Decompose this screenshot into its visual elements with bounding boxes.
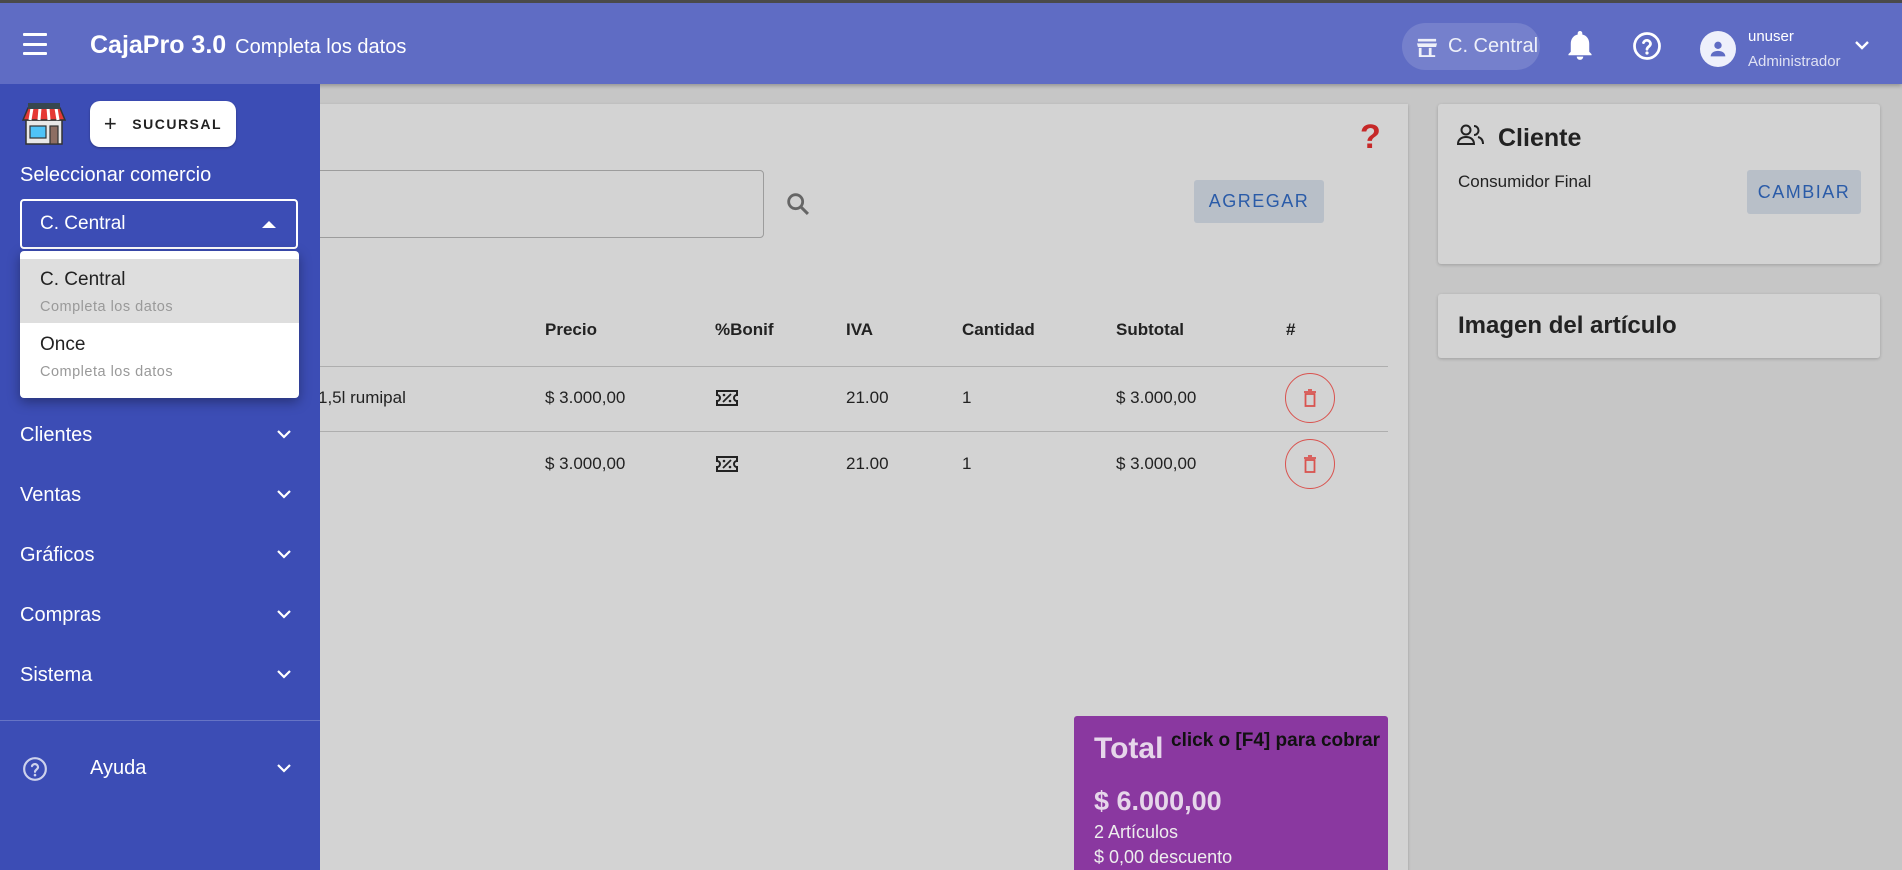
hamburger-menu-icon[interactable] bbox=[18, 29, 52, 59]
store-icon bbox=[1417, 38, 1437, 57]
app-title: CajaPro 3.0 Completa los datos bbox=[90, 31, 406, 60]
dropdown-option-once[interactable]: Once Completa los datos bbox=[20, 324, 299, 388]
client-card: Cliente Consumidor Final CAMBIAR bbox=[1438, 104, 1880, 264]
total-items-count: 2 Artículos bbox=[1094, 822, 1179, 842]
help-circle-icon bbox=[23, 757, 47, 781]
checkout-hint: click o [F4] para cobrar bbox=[1171, 730, 1381, 751]
chevron-down-icon bbox=[277, 550, 291, 559]
nav-label: Ventas bbox=[20, 483, 82, 506]
nav-item-ayuda[interactable]: Ayuda bbox=[0, 743, 320, 793]
store-select-value: C. Central bbox=[40, 213, 126, 234]
table-divider bbox=[316, 366, 1388, 367]
article-search-input[interactable] bbox=[300, 170, 764, 238]
store-dropdown-menu: C. Central Completa los datos Once Compl… bbox=[20, 251, 299, 398]
option-subtitle: Completa los datos bbox=[40, 364, 174, 380]
discount-ticket-icon[interactable] bbox=[715, 388, 739, 408]
nav-label: Compras bbox=[20, 603, 102, 626]
nav-item-ventas[interactable]: Ventas bbox=[0, 470, 320, 520]
checkout-total-card[interactable]: Total click o [F4] para cobrar $ 6.000,0… bbox=[1074, 716, 1388, 870]
bell-icon[interactable] bbox=[1566, 31, 1594, 61]
search-icon[interactable] bbox=[784, 190, 812, 218]
app-name: CajaPro 3.0 bbox=[90, 31, 227, 59]
trash-icon bbox=[1304, 455, 1316, 473]
cell-subtotal: $ 3.000,00 bbox=[1116, 388, 1197, 407]
column-header-iva: IVA bbox=[846, 320, 874, 339]
column-header-cantidad: Cantidad bbox=[962, 320, 1035, 339]
navigation-drawer: + SUCURSAL Seleccionar comercio C. Centr… bbox=[0, 84, 320, 870]
chevron-down-icon bbox=[277, 610, 291, 619]
branch-chip-label: C. Central bbox=[1448, 35, 1539, 57]
total-amount: $ 6.000,00 bbox=[1094, 786, 1222, 816]
user-name: unuser bbox=[1748, 28, 1794, 45]
user-role: Administrador bbox=[1748, 53, 1841, 70]
top-app-bar: CajaPro 3.0 Completa los datos C. Centra… bbox=[0, 0, 1902, 84]
nav-label: Sistema bbox=[20, 663, 93, 686]
cell-subtotal: $ 3.000,00 bbox=[1116, 454, 1197, 473]
column-header-subtotal: Subtotal bbox=[1116, 320, 1184, 339]
add-branch-button[interactable]: + SUCURSAL bbox=[90, 101, 236, 147]
option-subtitle: Completa los datos bbox=[40, 299, 174, 315]
nav-item-sistema[interactable]: Sistema bbox=[0, 650, 320, 700]
chevron-down-icon[interactable] bbox=[1854, 39, 1870, 51]
help-circle-icon[interactable] bbox=[1632, 31, 1662, 61]
app-subtitle: Completa los datos bbox=[235, 36, 407, 58]
branch-chip[interactable]: C. Central bbox=[1402, 23, 1540, 70]
discount-ticket-icon[interactable] bbox=[715, 454, 739, 474]
nav-label: Clientes bbox=[20, 423, 93, 446]
cell-iva: 21.00 bbox=[846, 454, 889, 473]
nav-item-compras[interactable]: Compras bbox=[0, 590, 320, 640]
store-logo-icon bbox=[21, 103, 67, 145]
total-discount: $ 0,00 descuento bbox=[1094, 847, 1233, 867]
change-client-button[interactable]: CAMBIAR bbox=[1747, 170, 1861, 214]
option-title: C. Central bbox=[40, 269, 126, 290]
dropdown-option-c-central[interactable]: C. Central Completa los datos bbox=[20, 259, 299, 323]
column-header-bonif: %Bonif bbox=[715, 320, 774, 339]
help-question-icon[interactable]: ? bbox=[1360, 118, 1381, 157]
article-image-title: Imagen del artículo bbox=[1458, 312, 1677, 339]
store-select-label: Seleccionar comercio bbox=[20, 164, 212, 186]
nav-label: Ayuda bbox=[90, 757, 147, 779]
chevron-down-icon bbox=[277, 430, 291, 439]
people-icon bbox=[1456, 124, 1484, 145]
sidebar-divider bbox=[0, 720, 320, 721]
delete-row-button[interactable] bbox=[1285, 373, 1335, 423]
cell-price: $ 3.000,00 bbox=[545, 388, 626, 407]
cell-quantity: 1 bbox=[962, 388, 972, 407]
column-header-precio: Precio bbox=[545, 320, 597, 339]
chevron-down-icon bbox=[277, 490, 291, 499]
column-header-actions: # bbox=[1286, 320, 1296, 339]
row-divider bbox=[316, 431, 1388, 432]
cell-description: 1,5l rumipal bbox=[318, 388, 406, 407]
cell-price: $ 3.000,00 bbox=[545, 454, 626, 473]
client-title: Cliente bbox=[1498, 124, 1582, 152]
store-select[interactable]: C. Central bbox=[20, 199, 298, 249]
person-icon bbox=[1710, 41, 1726, 57]
option-title: Once bbox=[40, 334, 86, 355]
user-avatar[interactable] bbox=[1700, 31, 1736, 67]
caret-up-icon bbox=[262, 221, 276, 228]
nav-item-graficos[interactable]: Gráficos bbox=[0, 530, 320, 580]
cell-quantity: 1 bbox=[962, 454, 972, 473]
client-name: Consumidor Final bbox=[1458, 172, 1592, 191]
cell-iva: 21.00 bbox=[846, 388, 889, 407]
plus-icon: + bbox=[103, 111, 119, 136]
delete-row-button[interactable] bbox=[1285, 439, 1335, 489]
chevron-down-icon bbox=[277, 670, 291, 679]
add-button[interactable]: AGREGAR bbox=[1194, 180, 1324, 223]
nav-label: Gráficos bbox=[20, 543, 95, 566]
trash-icon bbox=[1304, 389, 1316, 407]
article-image-card: Imagen del artículo bbox=[1438, 294, 1880, 358]
chevron-down-icon bbox=[277, 764, 291, 773]
add-branch-label: SUCURSAL bbox=[132, 116, 223, 132]
total-label: Total bbox=[1094, 732, 1164, 765]
nav-item-clientes[interactable]: Clientes bbox=[0, 410, 320, 460]
